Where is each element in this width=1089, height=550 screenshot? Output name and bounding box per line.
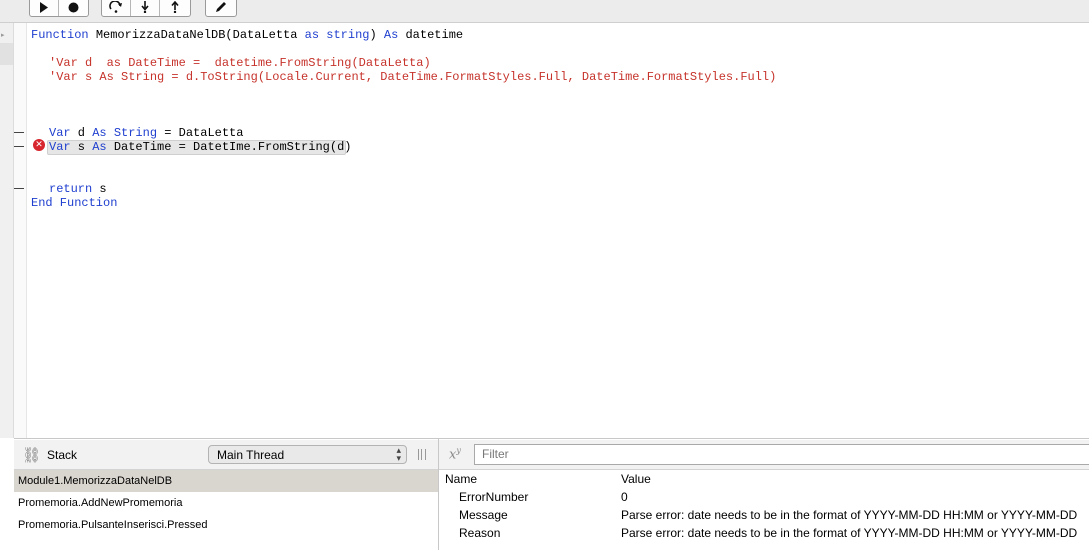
collapse-arrow-icon[interactable]: ▸	[1, 31, 5, 39]
code-line-var-d: Var d As String = DataLetta	[49, 126, 244, 140]
debug-toolbar	[0, 0, 1089, 23]
step-into-icon	[141, 1, 149, 13]
variable-value: Parse error: date needs to be in the for…	[621, 526, 1078, 540]
code-comment-2: 'Var s As String = d.ToString(Locale.Cur…	[49, 70, 777, 84]
step-controls-group	[101, 0, 191, 17]
col-value-header[interactable]: Value	[621, 470, 651, 488]
variable-name: Reason	[459, 526, 501, 540]
step-out-icon	[170, 1, 179, 13]
stop-icon	[68, 2, 79, 12]
edit-code-button[interactable]	[206, 0, 236, 16]
code-editor[interactable]: Function MemorizzaDataNelDB(DataLetta as…	[27, 23, 1089, 438]
col-name-header[interactable]: Name	[445, 470, 477, 488]
variables-header: xy Filter	[439, 440, 1089, 470]
play-icon	[40, 1, 48, 13]
step-over-icon	[109, 1, 122, 13]
code-line-return: return s	[49, 182, 107, 196]
code-line-var-s-error: Var s As DateTime = DatetIme.FromString(…	[49, 140, 352, 154]
stop-button[interactable]	[59, 0, 88, 16]
line-marker[interactable]	[14, 188, 24, 189]
code-line-function: Function MemorizzaDataNelDB(DataLetta as…	[31, 28, 464, 42]
updown-chevron-icon: ▴ ▾	[396, 446, 401, 464]
pencil-icon	[216, 2, 226, 12]
variables-xy-icon: xy	[449, 446, 461, 463]
error-x-icon[interactable]: ✕	[33, 139, 45, 151]
variable-name: ErrorNumber	[459, 490, 529, 504]
stack-title: Stack	[47, 448, 78, 462]
rail-selection	[0, 43, 13, 65]
stack-header: ⛓ Stack Main Thread ▴ ▾	[14, 440, 438, 470]
resume-button[interactable]	[30, 0, 59, 16]
step-out-button[interactable]	[160, 0, 189, 16]
stack-frame[interactable]: Promemoria.PulsanteInserisci.Pressed	[14, 514, 438, 536]
edit-controls-group	[205, 0, 237, 17]
stack-list: Module1.MemorizzaDataNelDB Promemoria.Ad…	[14, 470, 438, 536]
variable-row[interactable]: ErrorNumber 0	[439, 488, 1089, 506]
code-comment-1: 'Var d as DateTime = datetime.FromString…	[49, 56, 431, 70]
columns-grip-icon[interactable]	[418, 449, 426, 460]
run-controls-group	[29, 0, 89, 17]
variable-row[interactable]: Reason Parse error: date needs to be in …	[439, 524, 1089, 542]
link-chain-icon: ⛓	[22, 446, 42, 464]
filter-input[interactable]: Filter	[474, 444, 1089, 465]
variable-name: Message	[459, 508, 508, 522]
line-marker[interactable]	[14, 132, 24, 133]
variable-value: 0	[621, 490, 628, 504]
code-line-end-function: End Function	[31, 196, 118, 210]
thread-select[interactable]: Main Thread ▴ ▾	[208, 445, 407, 464]
variable-row[interactable]: Message Parse error: date needs to be in…	[439, 506, 1089, 524]
step-into-button[interactable]	[131, 0, 160, 16]
stack-frame[interactable]: Module1.MemorizzaDataNelDB	[14, 470, 438, 492]
debugger-panel: ⛓ Stack Main Thread ▴ ▾ Module1.Memorizza…	[14, 438, 1089, 550]
variables-table: Name Value ErrorNumber 0 Message Parse e…	[439, 470, 1089, 542]
breakpoint-gutter[interactable]	[14, 23, 27, 438]
thread-select-value: Main Thread	[217, 448, 285, 462]
variable-value: Parse error: date needs to be in the for…	[621, 508, 1078, 522]
line-marker[interactable]	[14, 146, 24, 147]
step-over-button[interactable]	[102, 0, 131, 16]
navigator-rail: ▸	[0, 23, 14, 438]
stack-frame[interactable]: Promemoria.AddNewPromemoria	[14, 492, 438, 514]
variables-header-row: Name Value	[439, 470, 1089, 488]
